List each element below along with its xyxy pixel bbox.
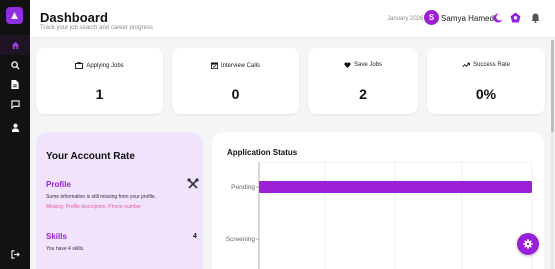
user-name[interactable]: Samya Hamed — [441, 14, 494, 23]
stat-label: Save Jobs — [353, 62, 383, 68]
account-rate-title: Your Account Rate — [46, 151, 135, 162]
stat-card-save-jobs[interactable]: Save Jobs 2 — [308, 48, 418, 114]
skills-heading[interactable]: Skills — [46, 232, 67, 241]
user-icon[interactable] — [0, 117, 30, 137]
stat-value: 0 — [231, 86, 240, 102]
search-icon[interactable] — [0, 55, 30, 75]
profile-missing-text: Missing: Profile description, Phone numb… — [46, 204, 142, 210]
home-icon[interactable] — [0, 35, 30, 55]
stat-value: 0% — [475, 86, 497, 102]
logout-icon[interactable] — [0, 244, 30, 264]
chart-bar[interactable] — [259, 181, 532, 193]
chart-category-label: Screening — [226, 236, 256, 243]
calendar-icon — [211, 62, 218, 69]
tools-icon[interactable] — [187, 177, 199, 189]
page-subtitle: Track your job search and career progres… — [40, 25, 153, 31]
settings-fab[interactable] — [517, 233, 539, 255]
stat-card-applying-jobs[interactable]: Applying Jobs 1 — [36, 48, 163, 114]
application-status-chart: Pending Screening — [226, 161, 533, 269]
page-title: Dashboard — [40, 10, 108, 25]
skills-count: 4 — [193, 233, 197, 240]
moon-icon[interactable] — [490, 10, 505, 25]
chat-icon[interactable] — [0, 94, 30, 114]
palette-icon[interactable] — [508, 10, 523, 25]
profile-heading[interactable]: Profile — [46, 180, 71, 189]
app-logo[interactable] — [6, 7, 23, 24]
skills-text: You have 4 skills. — [46, 246, 85, 252]
application-status-card: Application Status Pending Screening — [212, 132, 544, 269]
bell-icon[interactable] — [528, 10, 543, 25]
gear-icon — [523, 239, 533, 249]
stat-value: 2 — [359, 86, 367, 102]
stat-label: Interview Calls — [220, 62, 260, 69]
stat-value: 1 — [95, 86, 104, 102]
stat-label: Success Rate — [472, 62, 511, 68]
document-icon[interactable] — [0, 74, 30, 94]
trend-up-icon — [462, 62, 470, 68]
avatar[interactable]: S — [424, 10, 439, 25]
stat-card-success-rate[interactable]: Success Rate 0% — [427, 48, 545, 114]
heart-icon — [344, 62, 351, 68]
current-date: January 2026 — [387, 16, 424, 22]
stat-card-interview-calls[interactable]: Interview Calls 0 — [172, 48, 299, 114]
briefcase-icon — [75, 62, 84, 69]
chart-category-label: Pending — [231, 184, 255, 191]
top-header: Dashboard Track your job search and care… — [30, 0, 555, 38]
page-scrollbar-thumb[interactable] — [551, 40, 554, 132]
stat-label: Applying Jobs — [86, 62, 124, 69]
sidebar — [0, 0, 30, 269]
profile-status-text: Some information is still missing from y… — [46, 194, 157, 200]
account-rate-card: Your Account Rate Profile Some informati… — [36, 132, 203, 269]
